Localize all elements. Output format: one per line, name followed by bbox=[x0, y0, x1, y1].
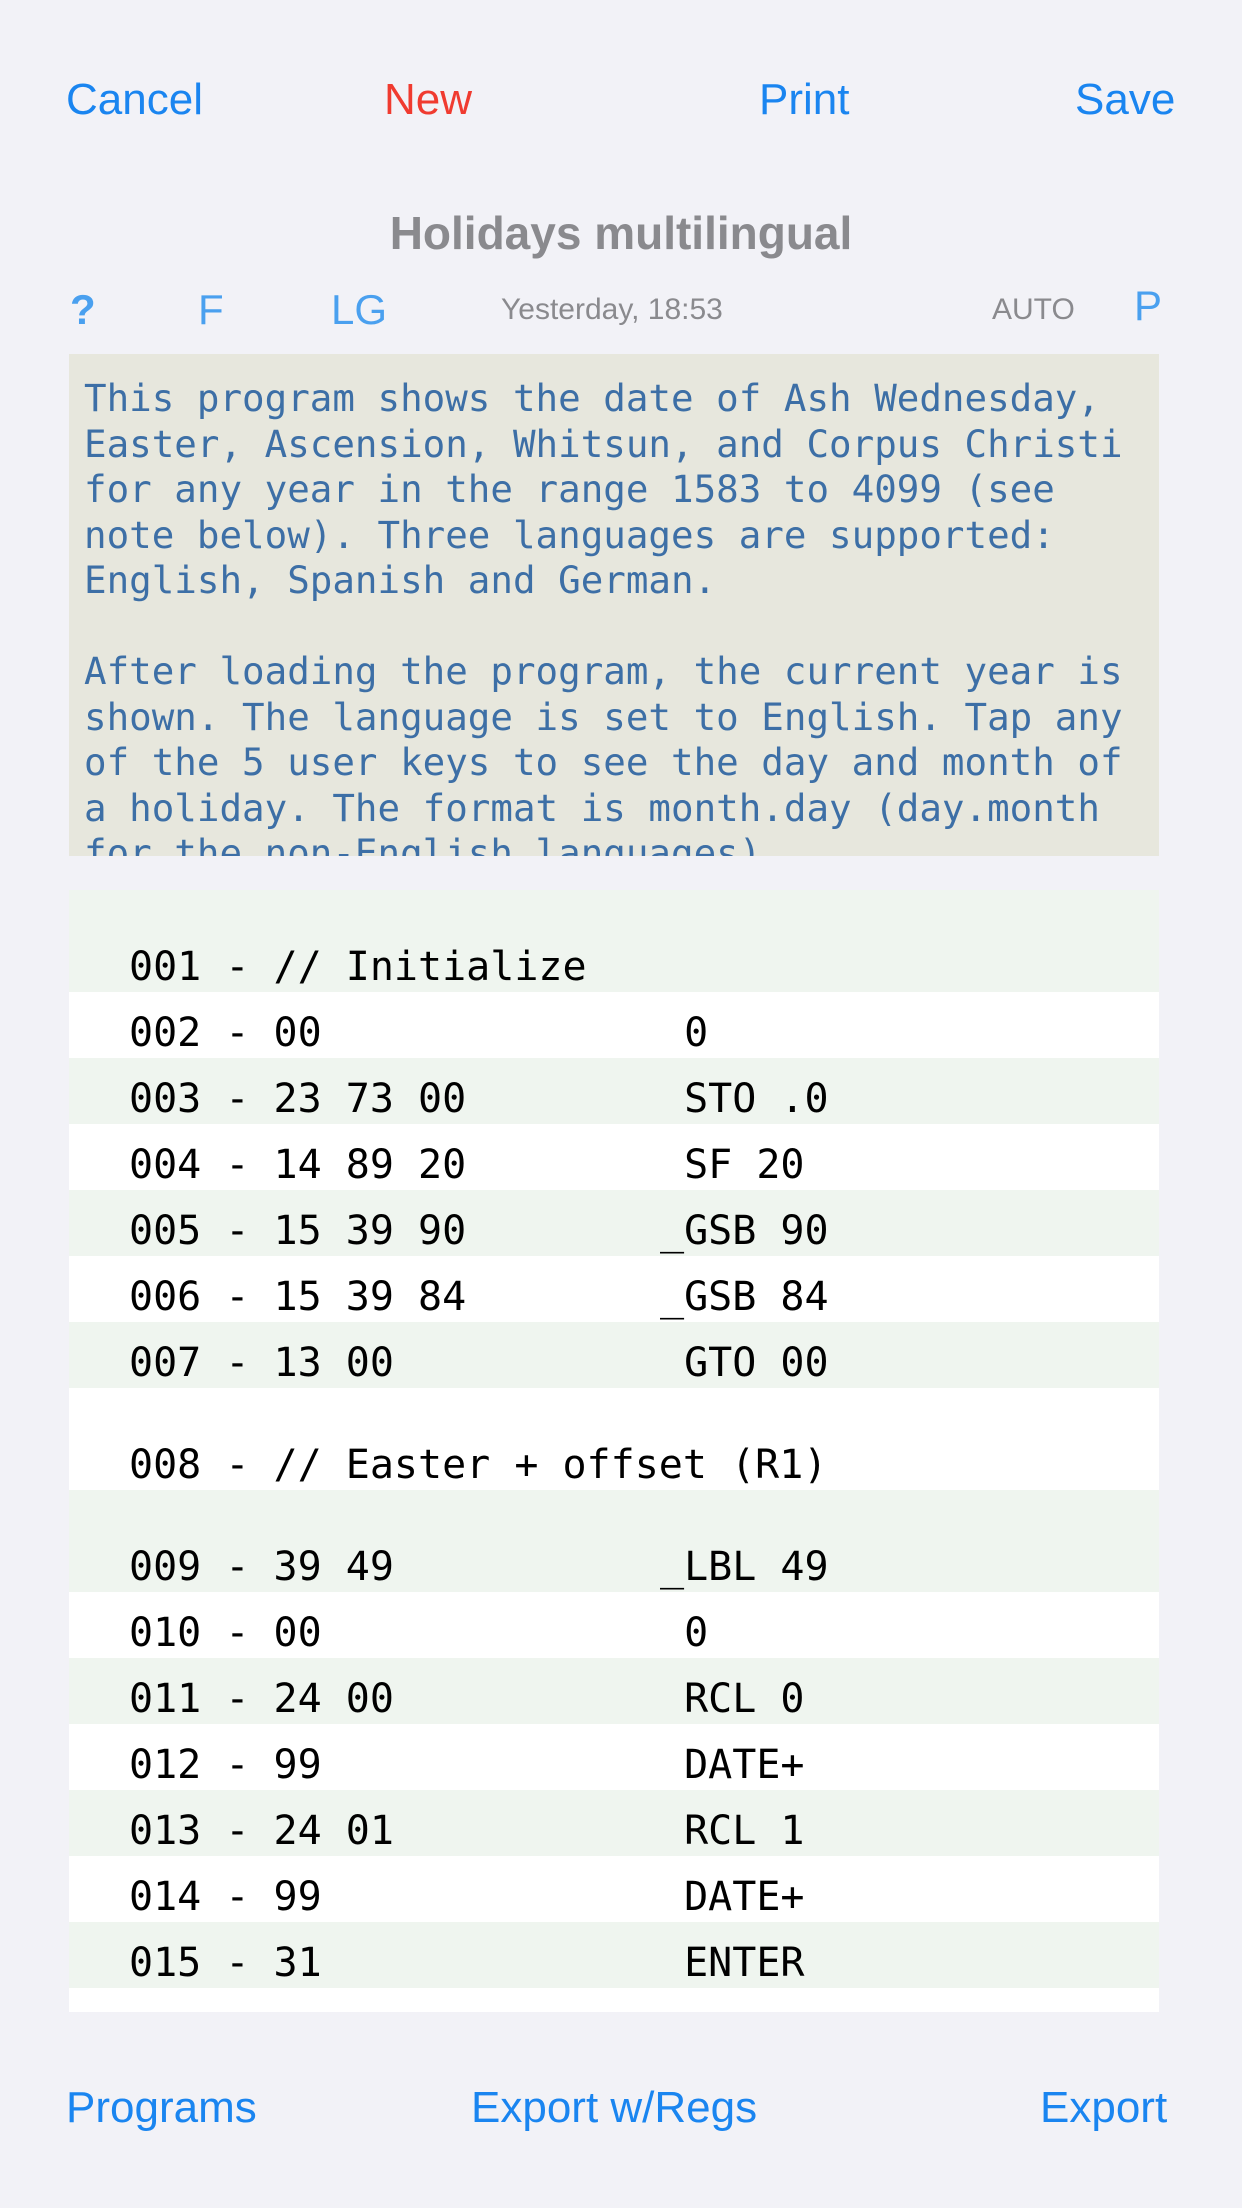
step-code: 006 - 15 39 84 bbox=[129, 1274, 467, 1320]
step-code: 002 - 00 bbox=[129, 1010, 322, 1056]
mode-label: AUTO bbox=[992, 293, 1075, 326]
export-button[interactable]: Export bbox=[1040, 2080, 1167, 2136]
step-code: 011 - 24 00 bbox=[129, 1676, 394, 1722]
description-text: This program shows the date of Ash Wedne… bbox=[84, 376, 1123, 856]
listing-row[interactable]: 008 - // Easter + offset (R1) bbox=[69, 1388, 1159, 1490]
step-command: 0 bbox=[660, 1610, 709, 1656]
listing-row[interactable]: 002 - 00 0 bbox=[69, 992, 1159, 1058]
listing-row[interactable]: 009 - 39 49 _LBL 49 bbox=[69, 1490, 1159, 1592]
print-button[interactable]: Print bbox=[759, 72, 849, 128]
listing-row[interactable]: 001 - // Initialize bbox=[69, 890, 1159, 992]
step-code: 015 - 31 bbox=[129, 1940, 322, 1986]
step-command: DATE+ bbox=[660, 1742, 805, 1788]
step-code: 016 - 14 01 bbox=[129, 2004, 394, 2012]
listing-row[interactable]: 013 - 24 01 RCL 1 bbox=[69, 1790, 1159, 1856]
step-code: 009 - 39 49 bbox=[129, 1544, 394, 1590]
lg-key-button[interactable]: LG bbox=[331, 284, 387, 336]
step-command: GTO 00 bbox=[660, 1340, 829, 1386]
step-command: SF 20 bbox=[660, 1142, 805, 1188]
listing-row[interactable]: 014 - 99 DATE+ bbox=[69, 1856, 1159, 1922]
step-command: 0 bbox=[660, 1010, 709, 1056]
step-code: 005 - 15 39 90 bbox=[129, 1208, 467, 1254]
step-command: DATE+ bbox=[660, 1874, 805, 1920]
listing-row[interactable]: 004 - 14 89 20 SF 20 bbox=[69, 1124, 1159, 1190]
step-command: RCL 1 bbox=[660, 1808, 805, 1854]
step-code: 013 - 24 01 bbox=[129, 1808, 394, 1854]
step-command: _GSB 90 bbox=[660, 1208, 829, 1254]
listing-row[interactable]: 015 - 31 ENTER bbox=[69, 1922, 1159, 1988]
step-code: 001 - // Initialize bbox=[129, 944, 587, 990]
program-description[interactable]: This program shows the date of Ash Wedne… bbox=[69, 354, 1159, 856]
export-with-registers-button[interactable]: Export w/Regs bbox=[471, 2080, 757, 2136]
programs-button[interactable]: Programs bbox=[66, 2080, 257, 2136]
listing-row[interactable]: 007 - 13 00 GTO 00 bbox=[69, 1322, 1159, 1388]
step-command: _GSB 84 bbox=[660, 1274, 829, 1320]
step-code: 010 - 00 bbox=[129, 1610, 322, 1656]
f-key-button[interactable]: F bbox=[198, 284, 224, 336]
step-code: 008 - // Easter + offset (R1) bbox=[129, 1442, 828, 1488]
step-code: 012 - 99 bbox=[129, 1742, 322, 1788]
help-button[interactable]: ? bbox=[70, 284, 96, 336]
listing-row[interactable]: 003 - 23 73 00 STO .0 bbox=[69, 1058, 1159, 1124]
listing-row[interactable]: 011 - 24 00 RCL 0 bbox=[69, 1658, 1159, 1724]
step-command: INT bbox=[660, 2004, 756, 2012]
listing-row[interactable]: 012 - 99 DATE+ bbox=[69, 1724, 1159, 1790]
listing-row[interactable]: 010 - 00 0 bbox=[69, 1592, 1159, 1658]
new-button[interactable]: New bbox=[384, 72, 472, 128]
step-command: _LBL 49 bbox=[660, 1544, 829, 1590]
step-code: 007 - 13 00 bbox=[129, 1340, 394, 1386]
save-button[interactable]: Save bbox=[1075, 72, 1175, 128]
modified-timestamp: Yesterday, 18:53 bbox=[501, 293, 723, 326]
step-command: STO .0 bbox=[660, 1076, 829, 1122]
step-command: RCL 0 bbox=[660, 1676, 805, 1722]
p-key-button[interactable]: P bbox=[1134, 280, 1162, 332]
listing-row[interactable]: 006 - 15 39 84 _GSB 84 bbox=[69, 1256, 1159, 1322]
step-command: ENTER bbox=[660, 1940, 805, 1986]
listing-row[interactable]: 005 - 15 39 90 _GSB 90 bbox=[69, 1190, 1159, 1256]
listing-row[interactable]: 016 - 14 01 INT bbox=[69, 1988, 1159, 2012]
program-title[interactable]: Holidays multilingual bbox=[0, 206, 1242, 260]
program-listing[interactable]: 001 - // Initialize 002 - 00 0 003 - 23 73… bbox=[69, 890, 1159, 2012]
cancel-button[interactable]: Cancel bbox=[66, 72, 203, 128]
step-code: 003 - 23 73 00 bbox=[129, 1076, 467, 1122]
step-code: 004 - 14 89 20 bbox=[129, 1142, 467, 1188]
step-code: 014 - 99 bbox=[129, 1874, 322, 1920]
